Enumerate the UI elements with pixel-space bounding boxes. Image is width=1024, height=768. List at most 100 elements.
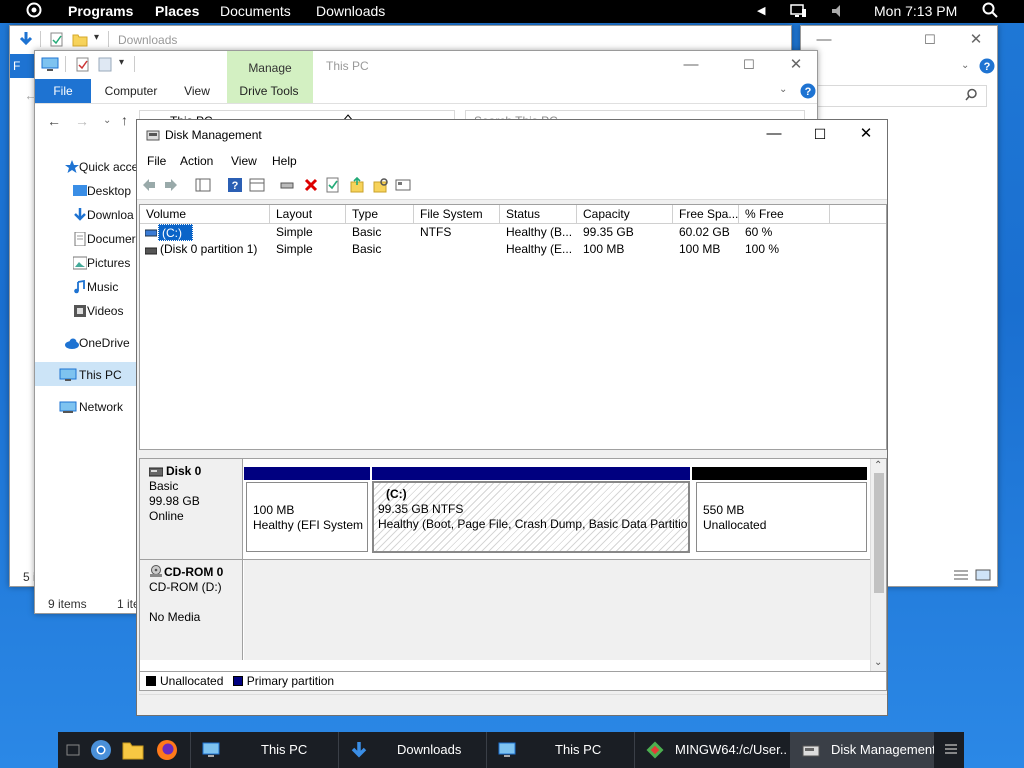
connect-icon[interactable] <box>279 177 295 193</box>
task-disk-management[interactable]: Disk Management <box>790 732 934 768</box>
details-view-icon[interactable] <box>953 569 969 584</box>
c-partition[interactable]: (C:) 99.35 GB NTFS Healthy (Boot, Page F… <box>372 481 690 553</box>
new-folder-icon[interactable] <box>98 57 113 75</box>
properties-icon[interactable] <box>50 32 64 50</box>
chevron-down-icon[interactable]: ⌄ <box>779 84 787 95</box>
disk-0-info[interactable]: Disk 0 Basic 99.98 GB Online <box>140 459 243 559</box>
task-mingw64[interactable]: MINGW64:/c/User... <box>634 732 788 768</box>
file-tab-partial[interactable]: F <box>10 54 34 78</box>
volume-list[interactable]: Volume Layout Type File System Status Ca… <box>139 204 887 450</box>
delete-icon[interactable] <box>303 177 319 193</box>
console-icon[interactable] <box>395 177 411 193</box>
cdrom-0-info[interactable]: CD-ROM 0 CD-ROM (D:) No Media <box>140 560 243 660</box>
maximize-button[interactable]: ☐ <box>726 51 772 79</box>
nav-network[interactable]: Network <box>59 396 123 418</box>
menu-help[interactable]: Help <box>272 154 297 168</box>
task-this-pc[interactable]: This PC <box>190 732 336 768</box>
disk-graphical-view[interactable]: Disk 0 Basic 99.98 GB Online 100 MB Heal… <box>139 458 887 676</box>
column-file-system[interactable]: File System <box>414 205 500 223</box>
activities-icon[interactable] <box>26 2 42 21</box>
back-icon[interactable] <box>141 177 157 193</box>
programs-menu[interactable]: Programs <box>68 3 133 19</box>
recent-locations-icon[interactable]: ⌄ <box>103 115 111 126</box>
documents-launcher[interactable]: Documents <box>220 3 291 19</box>
scroll-down-icon[interactable]: ⌄ <box>874 657 882 668</box>
volume-name[interactable]: (C:) <box>158 224 193 241</box>
customize-qat-icon[interactable]: ▾ <box>94 32 99 43</box>
show-hide-tree-icon[interactable] <box>195 177 211 193</box>
nav-onedrive[interactable]: OneDrive <box>65 332 130 354</box>
column-capacity[interactable]: Capacity <box>577 205 673 223</box>
properties-icon[interactable] <box>249 177 265 193</box>
firefox-icon[interactable] <box>156 739 178 764</box>
clock[interactable]: Mon 7:13 PM <box>874 3 957 19</box>
unallocated-space[interactable]: 550 MB Unallocated <box>696 482 867 552</box>
maximize-button[interactable]: ☐ <box>797 120 843 148</box>
column-status[interactable]: Status <box>500 205 577 223</box>
back-arrow-icon[interactable]: ← <box>47 113 61 129</box>
minimize-button[interactable]: — <box>751 120 797 148</box>
efi-partition[interactable]: 100 MB Healthy (EFI System F <box>246 482 368 552</box>
task-downloads[interactable]: Downloads <box>338 732 484 768</box>
nav-music[interactable]: Music <box>74 276 118 298</box>
search-box[interactable] <box>801 85 987 107</box>
menu-icon[interactable] <box>944 742 958 759</box>
search-icon[interactable] <box>965 88 978 104</box>
tab-drive-tools[interactable]: Drive Tools <box>231 79 307 103</box>
menu-file[interactable]: File <box>147 154 166 168</box>
search-icon[interactable] <box>982 2 998 21</box>
nav-videos[interactable]: Videos <box>74 300 123 322</box>
tab-manage[interactable]: Manage <box>227 61 313 75</box>
scroll-up-icon[interactable]: ⌃ <box>874 460 882 471</box>
help-icon[interactable]: ? <box>979 58 995 77</box>
properties-icon[interactable] <box>76 57 90 75</box>
column-free-space[interactable]: Free Spa... <box>673 205 739 223</box>
chromium-icon[interactable] <box>90 739 112 764</box>
tab-file[interactable]: File <box>35 79 91 103</box>
help-icon[interactable]: ? <box>227 177 243 193</box>
nav-quick-access[interactable]: Quick acce <box>65 156 138 178</box>
nav-pictures[interactable]: Pictures <box>73 252 130 274</box>
column-volume[interactable]: Volume <box>140 205 270 223</box>
up-arrow-icon[interactable]: ↑ <box>121 112 128 128</box>
check-icon[interactable] <box>325 177 341 193</box>
column-percent-free[interactable]: % Free <box>739 205 830 223</box>
table-row[interactable]: (Disk 0 partition 1) Simple Basic Health… <box>140 241 886 258</box>
menu-view[interactable]: View <box>231 154 257 168</box>
volume-name[interactable]: (Disk 0 partition 1) <box>154 241 257 258</box>
table-row[interactable]: (C:) Simple Basic NTFS Healthy (B... 99.… <box>140 224 886 241</box>
menu-action[interactable]: Action <box>180 154 213 168</box>
customize-qat-icon[interactable]: ▾ <box>119 57 124 68</box>
vertical-scrollbar[interactable]: ⌃ ⌄ <box>870 459 886 675</box>
nav-desktop[interactable]: Desktop <box>73 180 131 202</box>
tab-view[interactable]: View <box>175 79 219 103</box>
forward-arrow-icon[interactable]: → <box>75 113 89 129</box>
nav-documents[interactable]: Documer <box>74 228 136 250</box>
file-manager-icon[interactable] <box>122 740 144 763</box>
search-folder-icon[interactable] <box>373 177 389 193</box>
close-button[interactable]: ✕ <box>773 51 817 79</box>
column-type[interactable]: Type <box>346 205 414 223</box>
scrollbar-thumb[interactable] <box>874 473 884 593</box>
large-icons-view-icon[interactable] <box>975 569 991 584</box>
close-button[interactable]: ✕ <box>843 120 889 148</box>
left-arrow-icon[interactable]: ◀ <box>757 4 765 17</box>
export-list-icon[interactable] <box>349 176 365 193</box>
places-menu[interactable]: Places <box>155 3 199 19</box>
chevron-down-icon[interactable]: ⌄ <box>961 60 969 71</box>
show-desktop-icon[interactable] <box>66 743 80 760</box>
close-button[interactable]: ✕ <box>953 26 997 54</box>
nav-this-pc[interactable]: This PC <box>59 364 122 386</box>
nav-downloads[interactable]: Downloa <box>74 204 134 226</box>
network-icon[interactable] <box>789 3 807 22</box>
volume-icon[interactable] <box>830 3 844 22</box>
help-icon[interactable]: ? <box>800 83 816 102</box>
column-layout[interactable]: Layout <box>270 205 346 223</box>
maximize-button[interactable]: ☐ <box>907 26 953 54</box>
minimize-button[interactable]: — <box>668 51 714 79</box>
downloads-launcher[interactable]: Downloads <box>316 3 385 19</box>
task-this-pc-2[interactable]: This PC <box>486 732 632 768</box>
tab-computer[interactable]: Computer <box>99 79 163 103</box>
folder-icon[interactable] <box>72 32 88 50</box>
forward-icon[interactable] <box>163 177 179 193</box>
